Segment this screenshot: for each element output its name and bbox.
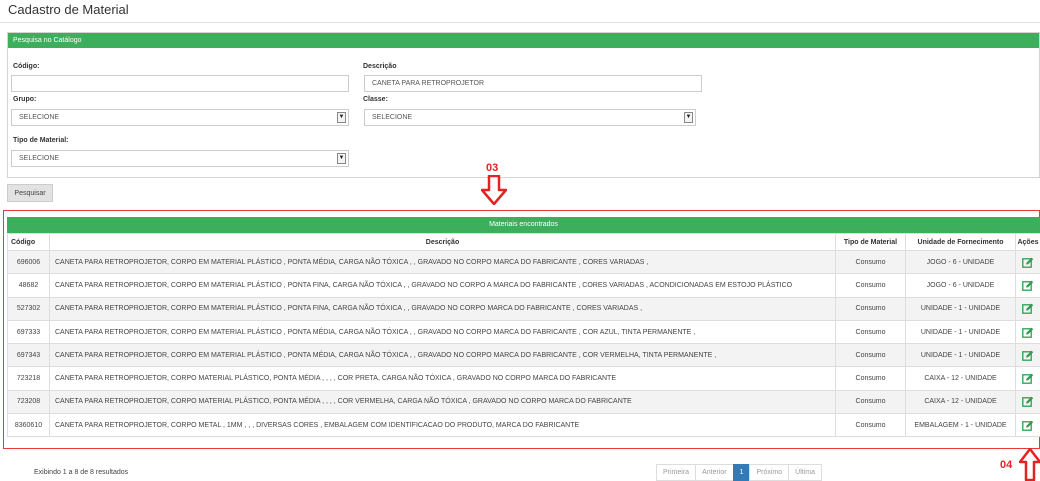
classe-selected-value: SELECIONE bbox=[372, 114, 413, 121]
table-row: 723218 CANETA PARA RETROPROJETOR, CORPO M… bbox=[7, 366, 1040, 391]
tipo-material-select[interactable]: SELECIONE ▼ bbox=[11, 150, 349, 167]
row-descricao: CANETA PARA RETROPROJETOR, CORPO MATERIA… bbox=[49, 366, 836, 391]
row-unidade-fornecimento: JOGO - 6 - UNIDADE bbox=[905, 249, 1016, 275]
results-panel: Materiais encontrados Código Descrição T… bbox=[7, 217, 1040, 438]
edit-icon[interactable] bbox=[1022, 373, 1034, 384]
dropdown-arrow-icon[interactable]: ▼ bbox=[337, 112, 346, 123]
table-row: 697343 CANETA PARA RETROPROJETOR, CORPO E… bbox=[7, 343, 1040, 368]
edit-icon[interactable] bbox=[1022, 280, 1034, 291]
row-tipo-material: Consumo bbox=[835, 366, 906, 391]
pagination-previous[interactable]: Anterior bbox=[695, 464, 734, 481]
grupo-selected-value: SELECIONE bbox=[19, 114, 60, 121]
row-codigo: 48682 bbox=[7, 273, 50, 298]
row-acoes bbox=[1015, 389, 1040, 415]
descricao-label: Descrição bbox=[363, 63, 397, 70]
row-acoes bbox=[1015, 343, 1040, 368]
row-acoes bbox=[1015, 249, 1040, 275]
edit-icon[interactable] bbox=[1022, 257, 1034, 268]
column-header-unidade: Unidade de Fornecimento bbox=[905, 233, 1016, 251]
row-tipo-material: Consumo bbox=[835, 389, 906, 415]
row-acoes bbox=[1015, 366, 1040, 391]
classe-label: Classe: bbox=[363, 96, 388, 103]
column-header-descricao: Descrição bbox=[49, 233, 836, 251]
results-table: Código Descrição Tipo de Material Unidad… bbox=[7, 233, 1040, 438]
row-tipo-material: Consumo bbox=[835, 296, 906, 321]
row-tipo-material: Consumo bbox=[835, 319, 906, 345]
grupo-label: Grupo: bbox=[13, 96, 37, 103]
codigo-input[interactable] bbox=[11, 75, 349, 92]
row-descricao: CANETA PARA RETROPROJETOR, CORPO EM MATE… bbox=[49, 273, 836, 298]
annotation-04: 04 bbox=[1000, 459, 1013, 471]
row-unidade-fornecimento: UNIDADE - 1 - UNIDADE bbox=[905, 296, 1016, 321]
table-row: 696006 CANETA PARA RETROPROJETOR, CORPO E… bbox=[7, 249, 1040, 275]
table-row: 723208 CANETA PARA RETROPROJETOR, CORPO M… bbox=[7, 389, 1040, 415]
row-unidade-fornecimento: CAIXA - 12 - UNIDADE bbox=[905, 366, 1016, 391]
row-acoes bbox=[1015, 296, 1040, 321]
tipo-material-selected-value: SELECIONE bbox=[19, 155, 60, 162]
annotation-03: 03 bbox=[486, 162, 499, 174]
row-unidade-fornecimento: JOGO - 6 - UNIDADE bbox=[905, 273, 1016, 298]
annotation-arrow-down-icon bbox=[481, 175, 507, 205]
annotation-arrow-up-icon bbox=[1019, 448, 1040, 481]
row-acoes bbox=[1015, 413, 1040, 438]
row-tipo-material: Consumo bbox=[835, 273, 906, 298]
edit-icon[interactable] bbox=[1022, 327, 1034, 338]
edit-icon[interactable] bbox=[1022, 350, 1034, 361]
row-codigo: 696006 bbox=[7, 249, 50, 275]
column-header-codigo: Código bbox=[7, 233, 50, 251]
edit-icon[interactable] bbox=[1022, 396, 1034, 408]
row-unidade-fornecimento: CAIXA - 12 - UNIDADE bbox=[905, 389, 1016, 415]
results-count: Exibindo 1 a 8 de 8 resultados bbox=[34, 469, 129, 476]
results-header: Materiais encontrados bbox=[7, 217, 1040, 233]
title-divider bbox=[0, 22, 1040, 23]
row-descricao: CANETA PARA RETROPROJETOR, CORPO EM MATE… bbox=[49, 296, 836, 321]
row-descricao: CANETA PARA RETROPROJETOR, CORPO MATERIA… bbox=[49, 389, 836, 415]
column-header-acoes: Ações bbox=[1015, 233, 1040, 251]
edit-icon[interactable] bbox=[1022, 420, 1034, 431]
row-descricao: CANETA PARA RETROPROJETOR, CORPO EM MATE… bbox=[49, 343, 836, 368]
dropdown-arrow-icon[interactable]: ▼ bbox=[337, 153, 346, 164]
table-row: 697333 CANETA PARA RETROPROJETOR, CORPO E… bbox=[7, 319, 1040, 345]
row-unidade-fornecimento: UNIDADE - 1 - UNIDADE bbox=[905, 343, 1016, 368]
tipo-material-label: Tipo de Material: bbox=[13, 137, 69, 144]
table-header-row: Código Descrição Tipo de Material Unidad… bbox=[7, 233, 1040, 251]
row-codigo: 697333 bbox=[7, 319, 50, 345]
pagination-first[interactable]: Primeira bbox=[656, 464, 697, 481]
pagination-next[interactable]: Próximo bbox=[749, 464, 790, 481]
codigo-label: Código: bbox=[13, 63, 40, 70]
row-codigo: 527302 bbox=[7, 296, 50, 321]
row-tipo-material: Consumo bbox=[835, 413, 906, 438]
row-acoes bbox=[1015, 273, 1040, 298]
table-row: 527302 CANETA PARA RETROPROJETOR, CORPO E… bbox=[7, 296, 1040, 321]
search-panel: Pesquisa no Catálogo Código: Descrição C… bbox=[7, 32, 1040, 178]
row-codigo: 697343 bbox=[7, 343, 50, 368]
dropdown-arrow-icon[interactable]: ▼ bbox=[684, 112, 693, 123]
pagination-last[interactable]: Última bbox=[788, 464, 823, 481]
row-unidade-fornecimento: UNIDADE - 1 - UNIDADE bbox=[905, 319, 1016, 345]
pagination-current-page[interactable]: 1 bbox=[732, 464, 751, 481]
grupo-select[interactable]: SELECIONE ▼ bbox=[11, 109, 349, 126]
row-tipo-material: Consumo bbox=[835, 343, 906, 368]
row-tipo-material: Consumo bbox=[835, 249, 906, 275]
row-descricao: CANETA PARA RETROPROJETOR, CORPO METAL ,… bbox=[49, 413, 836, 438]
row-unidade-fornecimento: EMBALAGEM - 1 - UNIDADE bbox=[905, 413, 1016, 438]
descricao-input[interactable]: CANETA PARA RETROPROJETOR bbox=[364, 75, 702, 92]
search-panel-header: Pesquisa no Catálogo bbox=[8, 33, 1039, 48]
row-descricao: CANETA PARA RETROPROJETOR, CORPO EM MATE… bbox=[49, 249, 836, 275]
classe-select[interactable]: SELECIONE ▼ bbox=[364, 109, 696, 126]
row-descricao: CANETA PARA RETROPROJETOR, CORPO EM MATE… bbox=[49, 319, 836, 345]
row-acoes bbox=[1015, 319, 1040, 345]
table-row: 8360610 CANETA PARA RETROPROJETOR, CORPO … bbox=[7, 413, 1040, 438]
table-row: 48682 CANETA PARA RETROPROJETOR, CORPO EM… bbox=[7, 273, 1040, 298]
edit-icon[interactable] bbox=[1022, 303, 1034, 315]
column-header-tipo: Tipo de Material bbox=[835, 233, 906, 251]
pagination: Primeira Anterior 1 Próximo Última bbox=[656, 464, 823, 481]
row-codigo: 8360610 bbox=[7, 413, 50, 438]
page-title: Cadastro de Material bbox=[8, 2, 129, 17]
row-codigo: 723218 bbox=[7, 366, 50, 391]
row-codigo: 723208 bbox=[7, 389, 50, 415]
search-button[interactable]: Pesquisar bbox=[7, 184, 53, 202]
